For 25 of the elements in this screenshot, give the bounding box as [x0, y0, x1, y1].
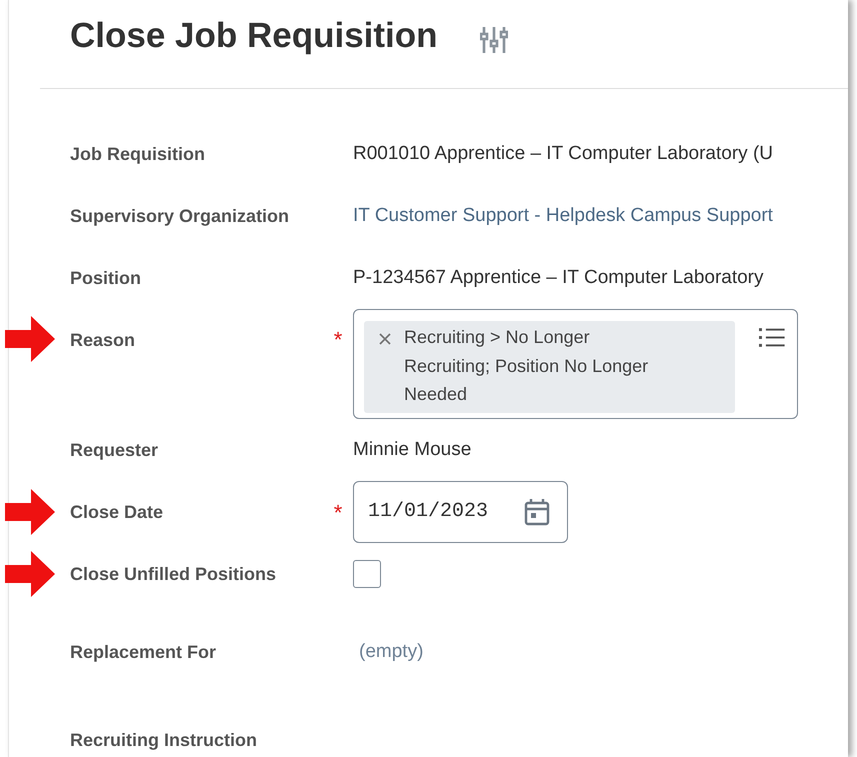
calendar-icon[interactable]	[523, 498, 551, 526]
reason-field[interactable]: Recruiting > No Longer Recruiting; Position No Longer Needed	[353, 309, 798, 419]
date-field[interactable]: 11/01/2023	[353, 481, 568, 543]
remove-icon[interactable]	[378, 332, 392, 346]
field-label: Job Requisition	[69, 142, 206, 166]
field-label: Reason	[69, 329, 136, 352]
field-label: Requester	[69, 438, 160, 462]
field-label: Position	[69, 266, 142, 290]
required-marker: *	[334, 500, 342, 524]
page-title: Close Job Requisition	[70, 15, 438, 57]
field-label: Replacement For	[69, 640, 218, 664]
checkbox[interactable]	[353, 560, 381, 588]
field-label: Recruiting Instruction	[69, 728, 258, 752]
field-value: P-1234567 Apprentice – IT Computer Laboratory	[353, 266, 764, 290]
field-label: Close Date	[69, 500, 164, 524]
selected-reason-chip[interactable]: Recruiting > No Longer Recruiting; Position No Longer Needed	[364, 321, 736, 412]
field-value: Minnie Mouse	[353, 438, 472, 462]
field-value: (empty)	[358, 640, 424, 664]
list-icon[interactable]	[759, 327, 785, 349]
sliders-icon[interactable]	[480, 26, 508, 54]
field-value: R001010 Apprentice – IT Computer Laboratory (U	[353, 142, 773, 166]
required-marker: *	[334, 327, 342, 352]
field-link[interactable]: IT Customer Support - Helpdesk Campus Support	[353, 202, 773, 230]
field-label: Supervisory Organization	[69, 204, 290, 228]
field-label: Close Unfilled Positions	[69, 562, 278, 586]
